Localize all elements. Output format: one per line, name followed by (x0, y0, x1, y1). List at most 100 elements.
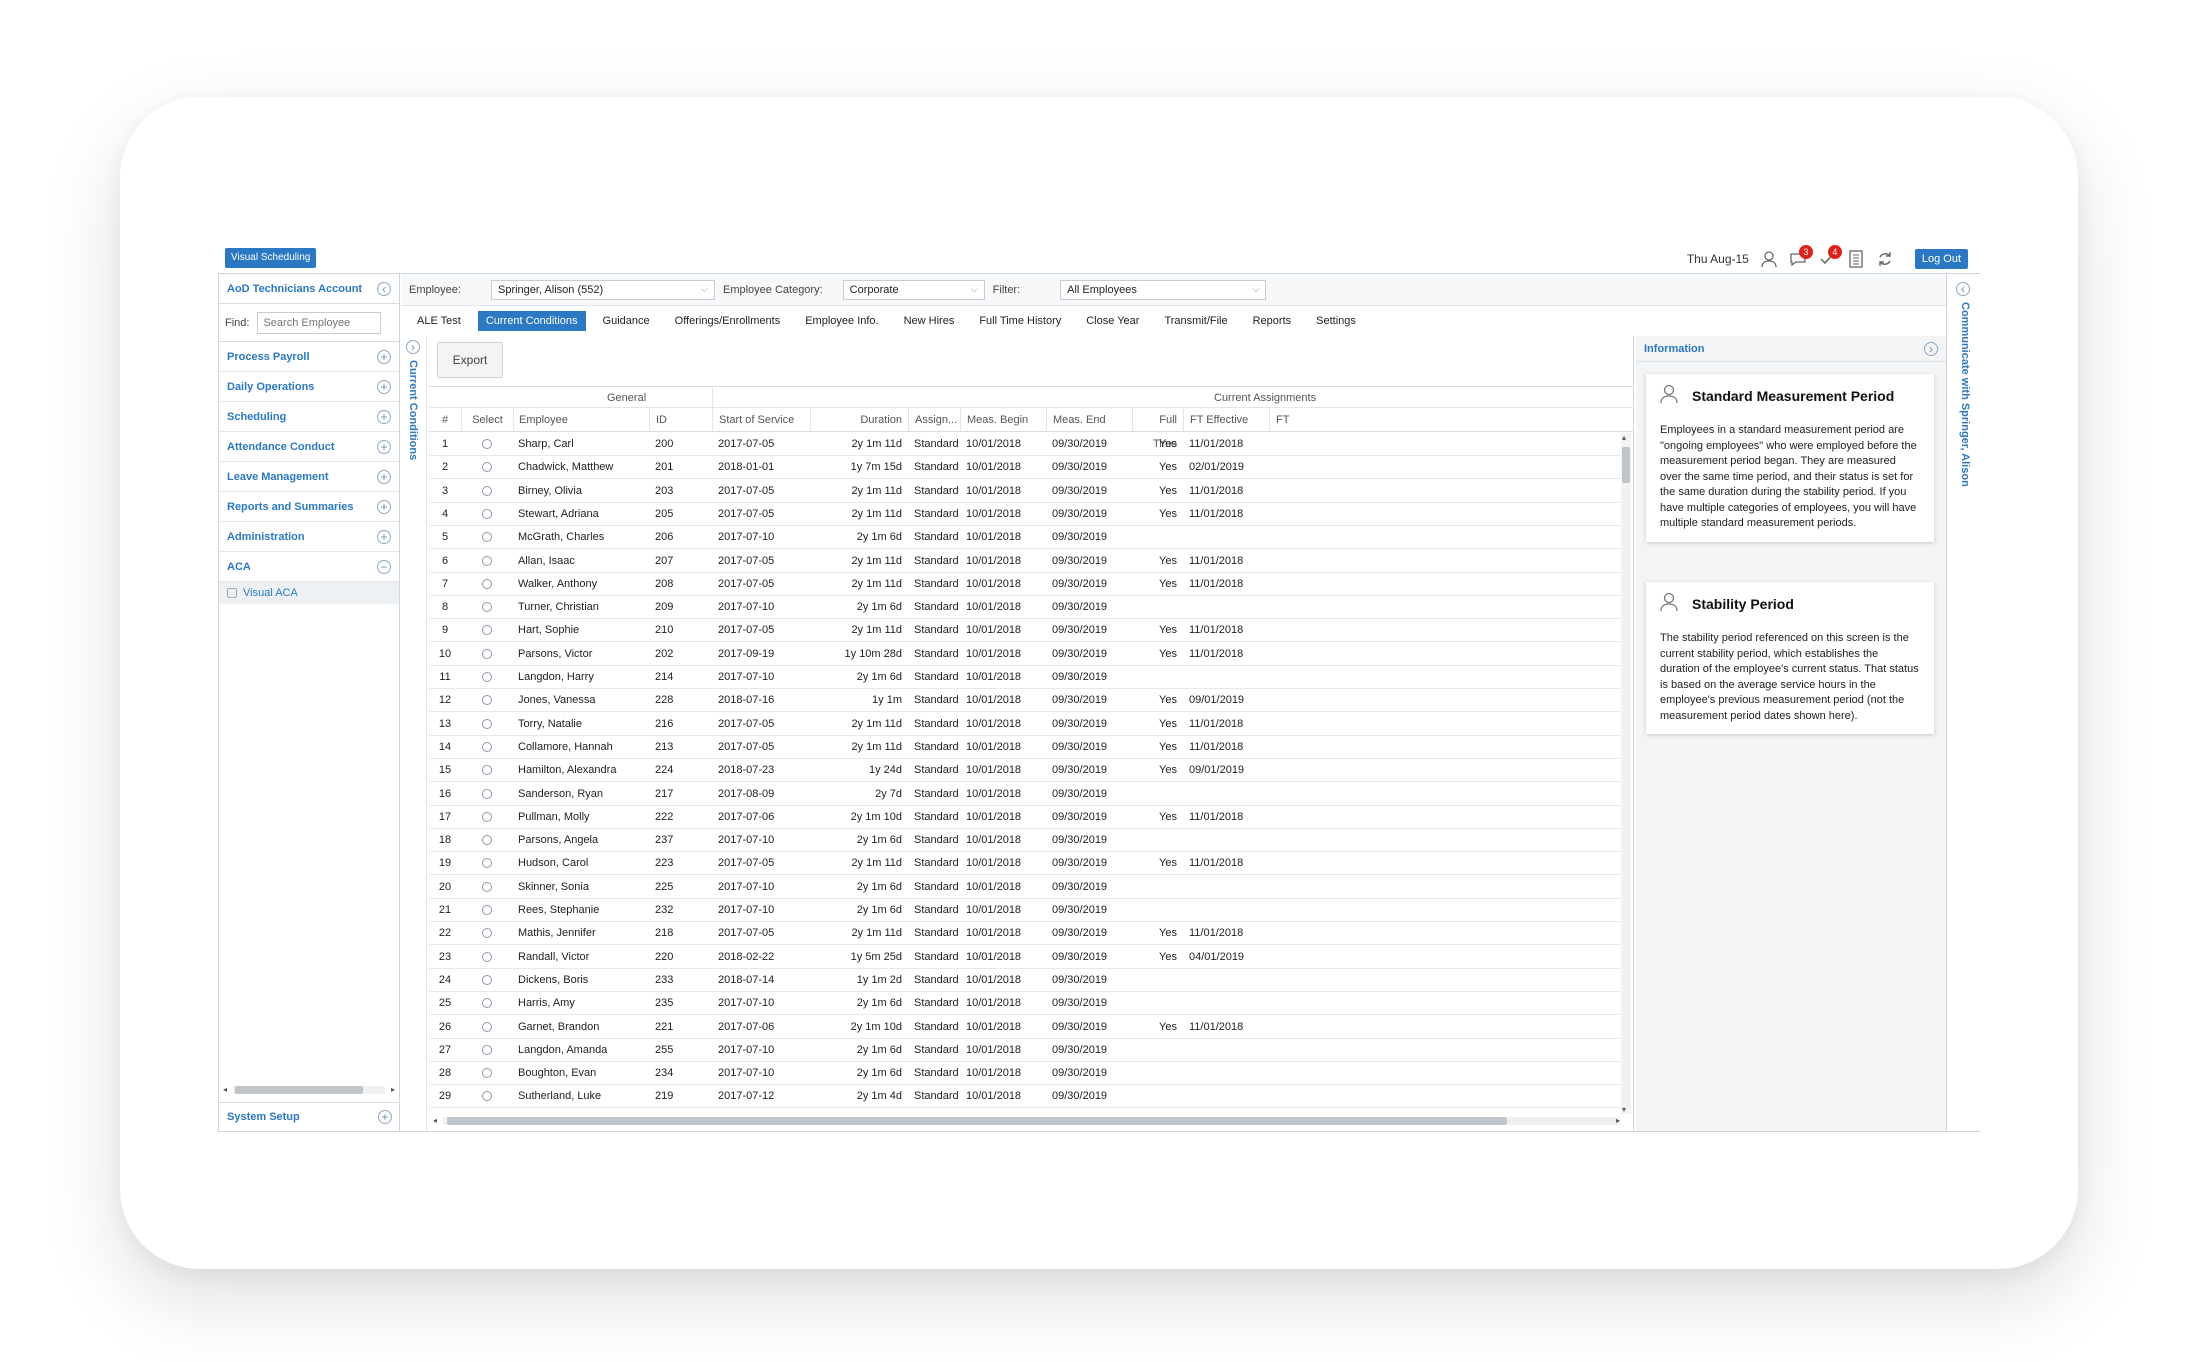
select-radio[interactable] (482, 555, 492, 566)
tab-employee-info[interactable]: Employee Info. (797, 311, 886, 331)
table-row[interactable]: 1 200 Sharp, Carl 2017-07-05 2y 1m 11d Standa… (429, 433, 1622, 456)
grid-vertical-scrollbar[interactable]: ▴ ▾ (1621, 433, 1631, 1114)
col-select[interactable]: Select (461, 408, 513, 432)
select-radio[interactable] (482, 485, 492, 496)
select-radio[interactable] (482, 1044, 492, 1055)
scroll-right-icon[interactable]: ▸ (391, 1085, 395, 1094)
expand-icon[interactable]: + (377, 439, 391, 454)
sidebar-item-reports-and-summaries[interactable]: Reports and Summaries + (219, 492, 399, 522)
select-radio[interactable] (482, 881, 492, 892)
select-radio[interactable] (482, 625, 492, 636)
expand-icon[interactable]: + (377, 499, 391, 514)
sidebar-item-attendance-conduct[interactable]: Attendance Conduct + (219, 432, 399, 462)
table-row[interactable]: 12 228 Jones, Vanessa 2018-07-16 1y 1m Standa… (429, 689, 1622, 713)
filter-select[interactable]: All Employees ⌵ (1060, 279, 1267, 300)
current-conditions-strip[interactable]: › Current Conditions (401, 336, 427, 1132)
table-row[interactable]: 9 210 Hart, Sophie 2017-07-05 2y 1m 11d Stand… (429, 619, 1622, 643)
select-radio[interactable] (482, 672, 492, 682)
sidebar-item-process-payroll[interactable]: Process Payroll + (219, 342, 399, 372)
expand-icon[interactable]: + (378, 1110, 392, 1124)
table-row[interactable]: 14 213 Collamore, Hannah 2017-07-05 2y 1m 11… (429, 736, 1622, 759)
scroll-thumb[interactable] (235, 1086, 363, 1094)
scroll-thumb[interactable] (447, 1117, 1507, 1125)
col-meas-end[interactable]: Meas. End (1046, 408, 1132, 432)
select-radio[interactable] (482, 974, 492, 985)
expand-icon[interactable]: + (377, 409, 391, 424)
table-row[interactable]: 25 235 Harris, Amy 2017-07-10 2y 1m 6d Standa… (429, 992, 1622, 1016)
table-row[interactable]: 19 223 Hudson, Carol 2017-07-05 2y 1m 11d Sta… (429, 852, 1622, 876)
select-radio[interactable] (482, 462, 492, 473)
col-ft-effective[interactable]: FT Effective (1183, 408, 1269, 432)
select-radio[interactable] (482, 741, 492, 752)
col-duration[interactable]: Duration (810, 408, 908, 432)
table-row[interactable]: 29 219 Sutherland, Luke 2017-07-12 2y 1m 4d S… (429, 1085, 1622, 1109)
employee-select[interactable]: Springer, Alison (552) ⌵ (490, 279, 715, 300)
scroll-right-icon[interactable]: ▸ (1616, 1116, 1620, 1125)
sidebar-subitem-visual-aca[interactable]: Visual ACA (219, 582, 399, 604)
collapse-info-icon[interactable]: › (1924, 341, 1938, 356)
col-id[interactable]: ID (649, 408, 712, 432)
tab-offerings-enrollments[interactable]: Offerings/Enrollments (667, 311, 789, 331)
sidebar-horizontal-scrollbar[interactable]: ◂ ▸ (223, 1084, 395, 1096)
select-radio[interactable] (482, 835, 492, 846)
table-row[interactable]: 15 224 Hamilton, Alexandra 2018-07-23 1y 24d… (429, 759, 1622, 783)
table-row[interactable]: 2 201 Chadwick, Matthew 2018-01-01 1y 7m 15d… (429, 456, 1622, 480)
alerts-icon[interactable]: 4 (1816, 245, 1842, 270)
table-row[interactable]: 27 255 Langdon, Amanda 2017-07-10 2y 1m 6d St… (429, 1039, 1622, 1062)
expand-communicate-icon[interactable]: ‹ (1956, 282, 1970, 296)
select-radio[interactable] (482, 951, 492, 962)
table-row[interactable]: 20 225 Skinner, Sonia 2017-07-10 2y 1m 6d Sta… (429, 876, 1622, 899)
col-number[interactable]: # (429, 408, 461, 432)
table-row[interactable]: 4 205 Stewart, Adriana 2017-07-05 2y 1m 11d S… (429, 503, 1622, 526)
sidebar-item-aca[interactable]: ACA − (219, 552, 399, 582)
select-radio[interactable] (482, 718, 492, 729)
table-row[interactable]: 8 209 Turner, Christian 2017-07-10 2y 1m 6d S… (429, 596, 1622, 620)
select-radio[interactable] (482, 858, 492, 869)
account-header[interactable]: AoD Technicians Account ‹ (219, 274, 399, 304)
sidebar-item-system-setup[interactable]: System Setup + (219, 1102, 400, 1132)
collapse-panel-icon[interactable]: › (406, 340, 420, 354)
tab-current-conditions[interactable]: Current Conditions (477, 311, 586, 331)
select-radio[interactable] (482, 695, 492, 706)
select-radio[interactable] (482, 1091, 492, 1102)
select-radio[interactable] (482, 439, 492, 449)
tab-new-hires[interactable]: New Hires (896, 311, 963, 331)
table-row[interactable]: 28 234 Boughton, Evan 2017-07-10 2y 1m 6d Sta… (429, 1062, 1622, 1086)
table-row[interactable]: 24 233 Dickens, Boris 2018-07-14 1y 1m 2d Sta… (429, 969, 1622, 992)
table-row[interactable]: 10 202 Parsons, Victor 2017-09-19 1y 10m 28d… (429, 643, 1622, 666)
table-row[interactable]: 18 237 Parsons, Angela 2017-07-10 2y 1m 6d St… (429, 829, 1622, 853)
select-radio[interactable] (482, 928, 492, 939)
expand-icon[interactable]: + (377, 469, 391, 484)
tab-reports[interactable]: Reports (1245, 311, 1300, 331)
scroll-down-icon[interactable]: ▾ (1622, 1105, 1626, 1114)
visual-scheduling-button[interactable]: Visual Scheduling (225, 248, 317, 268)
select-radio[interactable] (482, 648, 492, 659)
col-full-time[interactable]: Full Time (1132, 408, 1183, 450)
sidebar-item-leave-management[interactable]: Leave Management + (219, 462, 399, 492)
collapse-icon[interactable]: − (377, 559, 391, 574)
communicate-strip[interactable]: ‹ Communicate with Springer, Alison (1946, 274, 1980, 1132)
table-row[interactable]: 11 214 Langdon, Harry 2017-07-10 2y 1m 6d Sta… (429, 666, 1622, 689)
select-radio[interactable] (482, 905, 492, 915)
col-employee[interactable]: Employee (513, 408, 649, 432)
tab-close-year[interactable]: Close Year (1078, 311, 1147, 331)
table-row[interactable]: 26 221 Garnet, Brandon 2017-07-06 2y 1m 10d S… (429, 1016, 1622, 1039)
collapse-sidebar-icon[interactable]: ‹ (377, 281, 391, 296)
select-radio[interactable] (482, 811, 492, 822)
col-assignment[interactable]: Assign... (908, 408, 960, 432)
scroll-up-icon[interactable]: ▴ (1622, 433, 1626, 442)
export-button[interactable]: Export (437, 342, 503, 378)
category-select[interactable]: Corporate ⌵ (842, 279, 985, 300)
scroll-left-icon[interactable]: ◂ (433, 1116, 437, 1125)
messages-icon[interactable]: 3 (1787, 245, 1813, 270)
expand-icon[interactable]: + (377, 379, 391, 394)
refresh-icon[interactable] (1874, 248, 1896, 270)
table-row[interactable]: 5 206 McGrath, Charles 2017-07-10 2y 1m 6d St… (429, 526, 1622, 550)
expand-icon[interactable]: + (377, 529, 391, 544)
table-row[interactable]: 13 216 Torry, Natalie 2017-07-05 2y 1m 11d St… (429, 713, 1622, 736)
table-row[interactable]: 6 207 Allan, Isaac 2017-07-05 2y 1m 11d Stand… (429, 550, 1622, 573)
document-icon[interactable] (1845, 248, 1867, 270)
table-row[interactable]: 16 217 Sanderson, Ryan 2017-08-09 2y 7d Stand… (429, 783, 1622, 806)
select-radio[interactable] (482, 1021, 492, 1032)
table-row[interactable]: 17 222 Pullman, Molly 2017-07-06 2y 1m 10d St… (429, 806, 1622, 829)
